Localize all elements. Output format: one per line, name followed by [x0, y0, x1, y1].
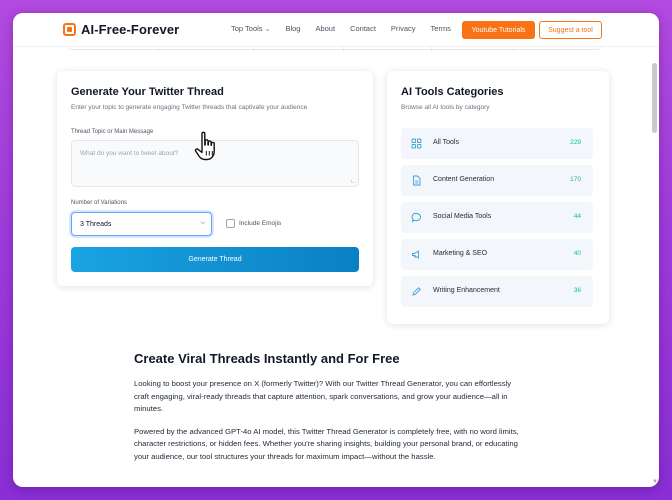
include-emojis-label: Include Emojis: [239, 220, 282, 227]
logo-icon: [63, 23, 76, 36]
site-logo[interactable]: AI-Free-Forever: [63, 22, 179, 37]
site-header: AI-Free-Forever Top Tools ⌄ Blog About C…: [13, 13, 659, 47]
categories-subtitle: Browse all AI tools by category: [401, 104, 490, 111]
category-item-marketing-seo[interactable]: Marketing & SEO 40: [401, 239, 593, 270]
hand-pointer-cursor-icon: [193, 130, 227, 171]
suggest-tool-button[interactable]: Suggest a tool: [539, 21, 602, 39]
category-count: 229: [570, 139, 581, 146]
variations-select[interactable]: 3 Threads ⌵: [71, 212, 212, 236]
category-item-writing-enhancement[interactable]: Writing Enhancement 36: [401, 276, 593, 307]
article-heading: Create Viral Threads Instantly and For F…: [134, 351, 400, 366]
category-label: Social Media Tools: [433, 213, 492, 220]
megaphone-icon: [411, 249, 422, 260]
page-scrollbar[interactable]: [652, 63, 657, 133]
topic-placeholder: What do you want to tweet about?: [80, 150, 179, 157]
include-emojis-option[interactable]: Include Emojis: [226, 219, 281, 228]
chevron-down-icon: ⌵: [200, 220, 205, 226]
article-section: Create Viral Threads Instantly and For F…: [134, 351, 528, 474]
main-nav: Top Tools ⌄ Blog About Contact Privacy T…: [231, 24, 466, 33]
article-paragraph: Powered by the advanced GPT-4o AI model,…: [134, 426, 519, 461]
topic-label: Thread Topic or Main Message: [71, 129, 154, 135]
category-label: Writing Enhancement: [433, 287, 500, 294]
chevron-down-icon: ⌄: [264, 25, 271, 33]
category-count: 36: [573, 287, 581, 294]
category-item-content-generation[interactable]: Content Generation 170: [401, 165, 593, 196]
tool-tabs-strip: [68, 47, 601, 50]
nav-item-blog[interactable]: Blog: [285, 24, 300, 33]
include-emojis-checkbox[interactable]: [226, 219, 235, 228]
category-count: 40: [573, 250, 581, 257]
nav-item-contact[interactable]: Contact: [350, 24, 376, 33]
category-list: All Tools 229 Content Generation 170 Soc…: [401, 128, 593, 313]
grid-icon: [411, 138, 422, 149]
article-paragraph: Looking to boost your presence on X (for…: [134, 379, 512, 414]
strip-divider: [513, 47, 514, 51]
variations-value: 3 Threads: [80, 220, 112, 228]
generate-thread-button[interactable]: Generate Thread: [71, 247, 359, 272]
pencil-icon: [411, 286, 422, 297]
strip-divider: [253, 47, 254, 51]
categories-title: AI Tools Categories: [401, 86, 504, 98]
generator-title: Generate Your Twitter Thread: [71, 86, 224, 98]
category-count: 44: [573, 213, 581, 220]
category-label: Marketing & SEO: [433, 250, 488, 257]
categories-card: AI Tools Categories Browse all AI tools …: [387, 71, 609, 324]
strip-divider: [431, 47, 432, 51]
nav-item-top-tools[interactable]: Top Tools ⌄: [231, 24, 270, 33]
strip-divider: [343, 47, 344, 51]
generator-subtitle: Enter your topic to generate engaging Tw…: [71, 104, 308, 111]
logo-text: AI-Free-Forever: [81, 22, 180, 37]
chat-bubble-icon: [411, 212, 422, 223]
category-label: All Tools: [433, 139, 459, 146]
resize-handle-icon[interactable]: ∟: [350, 179, 356, 185]
browser-window: AI-Free-Forever Top Tools ⌄ Blog About C…: [13, 13, 659, 487]
nav-item-terms[interactable]: Terms: [431, 24, 451, 33]
nav-item-about[interactable]: About: [315, 24, 335, 33]
document-icon: [411, 175, 422, 186]
nav-item-label: Top Tools: [231, 24, 263, 33]
category-item-all-tools[interactable]: All Tools 229: [401, 128, 593, 159]
category-count: 170: [570, 176, 581, 183]
youtube-tutorials-button[interactable]: Youtube Tutorials: [462, 21, 535, 39]
scroll-down-icon[interactable]: ▼: [652, 479, 658, 485]
variations-label: Number of Variations: [71, 200, 127, 206]
thread-generator-card: Generate Your Twitter Thread Enter your …: [57, 71, 373, 286]
category-item-social-media-tools[interactable]: Social Media Tools 44: [401, 202, 593, 233]
strip-divider: [158, 47, 159, 51]
nav-item-privacy[interactable]: Privacy: [391, 24, 416, 33]
category-label: Content Generation: [433, 176, 495, 183]
